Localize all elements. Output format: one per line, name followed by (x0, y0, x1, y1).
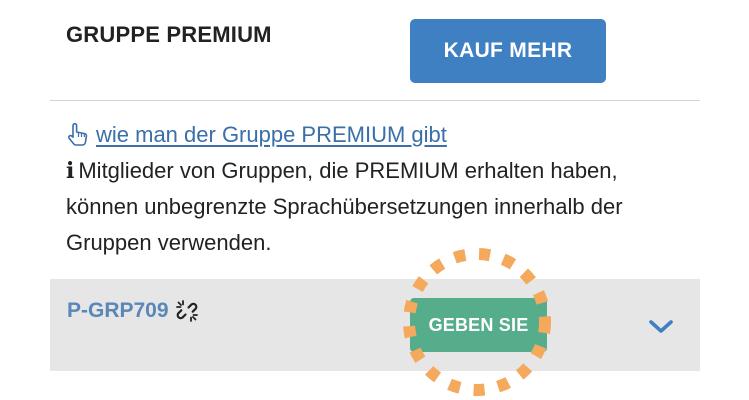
give-premium-button[interactable]: GEBEN SIE (410, 298, 547, 352)
divider (50, 100, 700, 101)
info-block: wie man der Gruppe PREMIUM gibt i Mitglie… (66, 117, 676, 261)
group-id-label: P-GRP709 (67, 299, 169, 322)
howto-line: wie man der Gruppe PREMIUM gibt (66, 117, 676, 153)
info-text: i Mitglieder von Gruppen, die PREMIUM erh… (66, 153, 676, 261)
premium-group-panel: GRUPPE PREMIUM KAUF MEHR wie man der Gru… (0, 0, 749, 400)
section-title: GRUPPE PREMIUM (66, 22, 272, 47)
chevron-down-icon[interactable] (648, 319, 674, 335)
group-row[interactable]: P-GRP709 GEBEN SIE (50, 279, 700, 371)
broken-link-icon (175, 300, 198, 322)
info-icon: i (66, 158, 75, 184)
info-description: Mitglieder von Gruppen, die PREMIUM erha… (66, 158, 623, 255)
group-id: P-GRP709 (67, 299, 199, 323)
howto-link[interactable]: wie man der Gruppe PREMIUM gibt (96, 122, 447, 148)
hand-pointer-icon (67, 122, 88, 146)
buy-more-button[interactable]: KAUF MEHR (410, 19, 606, 83)
